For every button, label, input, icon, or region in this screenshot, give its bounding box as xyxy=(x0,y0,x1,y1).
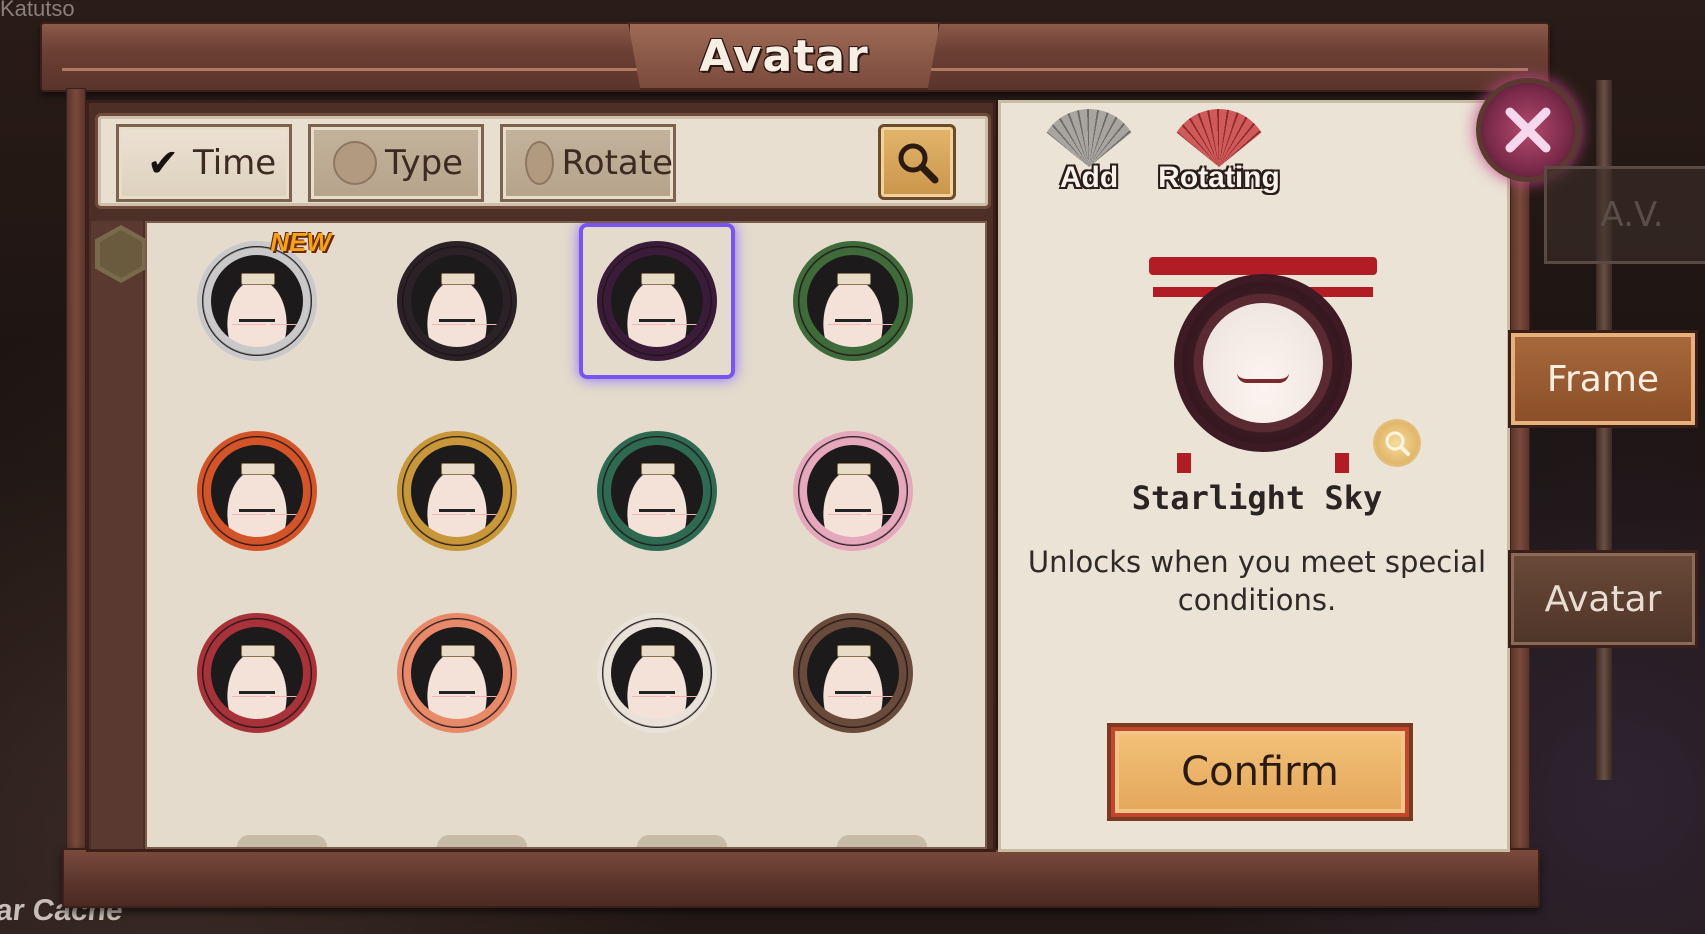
partial-row-item xyxy=(637,835,727,847)
frame-ring xyxy=(197,241,317,361)
window-title: Avatar xyxy=(699,30,869,82)
avatar-portrait xyxy=(807,627,899,719)
avatar-frame-item[interactable]: NEW xyxy=(187,227,331,371)
tab-av-label: A.V. xyxy=(1600,195,1664,235)
hexagon-icon[interactable] xyxy=(95,225,147,283)
avatar-portrait xyxy=(611,627,703,719)
tab-av[interactable]: A.V. xyxy=(1544,166,1705,264)
filter-time-label: Time xyxy=(193,143,277,183)
avatar-frame-item[interactable] xyxy=(783,603,923,743)
window-bottom-beam xyxy=(62,848,1540,908)
filter-time-button[interactable]: ✔ Time xyxy=(116,124,292,202)
frame-detail-panel: Add Rotating Starlight Sky Unlocks when … xyxy=(998,100,1510,852)
frame-ring xyxy=(197,613,317,733)
add-button[interactable]: Add xyxy=(1029,109,1149,219)
avatar-frame-item[interactable] xyxy=(387,421,527,561)
character-portrait xyxy=(1203,303,1323,423)
avatar-portrait xyxy=(211,627,303,719)
frame-preview xyxy=(1149,257,1377,473)
partial-row-item xyxy=(237,835,327,847)
filter-rotate-button[interactable]: Rotate xyxy=(500,124,676,202)
avatar-frame-item[interactable] xyxy=(783,231,923,371)
avatar-frame-item[interactable] xyxy=(579,223,735,379)
filter-bar: ✔ Time Type Rotate xyxy=(95,113,991,209)
tab-avatar[interactable]: Avatar xyxy=(1508,550,1698,648)
zoom-icon[interactable] xyxy=(1373,419,1421,467)
avatar-frame-item[interactable] xyxy=(187,421,327,561)
radio-icon xyxy=(333,141,377,185)
background-label: Katutso xyxy=(0,0,75,21)
torii-pillars xyxy=(1177,453,1349,473)
avatar-frame-grid: NEW xyxy=(145,221,987,849)
close-icon xyxy=(1505,107,1551,153)
tab-frame-label: Frame xyxy=(1546,358,1660,400)
window-right-post xyxy=(1510,88,1530,858)
avatar-frame-item[interactable] xyxy=(387,231,527,371)
avatar-frame-item[interactable] xyxy=(587,421,727,561)
avatar-portrait xyxy=(411,255,503,347)
radio-icon xyxy=(525,141,554,185)
avatar-portrait xyxy=(611,445,703,537)
frame-ring xyxy=(197,431,317,551)
filter-rotate-label: Rotate xyxy=(561,143,673,183)
window-left-post xyxy=(66,88,86,858)
fan-icon xyxy=(1169,109,1269,167)
rotating-button[interactable]: Rotating xyxy=(1149,109,1289,219)
avatar-portrait xyxy=(211,445,303,537)
search-button[interactable] xyxy=(878,124,956,200)
avatar-frame-item[interactable] xyxy=(587,603,727,743)
unlock-description: Unlocks when you meet special conditions… xyxy=(1027,545,1487,617)
avatar-list-panel: ✔ Time Type Rotate NEW xyxy=(86,100,996,852)
confirm-label: Confirm xyxy=(1181,749,1339,795)
frame-ring xyxy=(793,613,913,733)
frame-ring xyxy=(597,431,717,551)
frame-ring xyxy=(793,241,913,361)
avatar-portrait xyxy=(411,627,503,719)
preview-ring xyxy=(1174,274,1352,452)
avatar-portrait xyxy=(807,445,899,537)
checkmark-icon: ✔ xyxy=(147,141,179,185)
frame-ring xyxy=(397,241,517,361)
filter-type-button[interactable]: Type xyxy=(308,124,484,202)
partial-row-item xyxy=(437,835,527,847)
frame-name: Starlight Sky xyxy=(1131,479,1383,517)
avatar-frame-item[interactable] xyxy=(783,421,923,561)
tab-frame[interactable]: Frame xyxy=(1508,330,1698,428)
category-strip xyxy=(91,221,147,849)
avatar-frame-item[interactable] xyxy=(387,603,527,743)
title-plate: Avatar xyxy=(628,22,940,90)
confirm-button[interactable]: Confirm xyxy=(1107,723,1413,821)
avatar-portrait xyxy=(807,255,899,347)
avatar-portrait xyxy=(411,445,503,537)
avatar-frame-item[interactable] xyxy=(187,603,327,743)
tab-avatar-label: Avatar xyxy=(1544,578,1662,620)
search-icon xyxy=(898,143,939,184)
frame-ring xyxy=(397,431,517,551)
frame-ring xyxy=(397,613,517,733)
fan-icon xyxy=(1039,109,1139,167)
partial-row-item xyxy=(837,835,927,847)
frame-ring xyxy=(597,613,717,733)
avatar-portrait xyxy=(211,255,303,347)
torii-gate-icon xyxy=(1149,257,1377,275)
selection-outline xyxy=(579,223,735,379)
new-badge: NEW xyxy=(270,227,331,257)
frame-ring xyxy=(793,431,913,551)
filter-type-label: Type xyxy=(385,143,464,183)
